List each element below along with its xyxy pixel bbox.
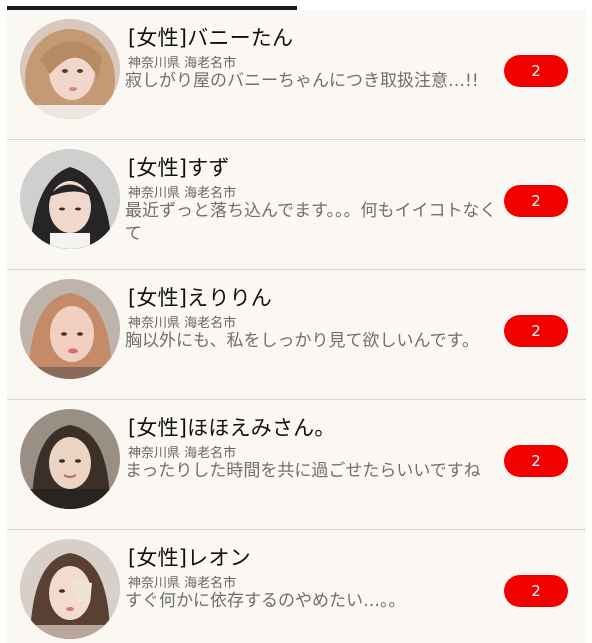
list-item[interactable]: [女性]ほほえみさん。 神奈川県 海老名市 まったりした時間を共に過ごせたらいい… — [7, 400, 586, 530]
message-preview: まったりした時間を共に過ごせたらいいですね — [125, 461, 481, 481]
user-location: 神奈川県 海老名市 — [128, 186, 237, 201]
list-item[interactable]: [女性]えりりん 神奈川県 海老名市 胸以外にも、私をしっかり見て欲しいんです。… — [7, 270, 586, 400]
list-item[interactable]: [女性]レオン 神奈川県 海老名市 すぐ何かに依存するのやめたい…。。 2 — [7, 530, 586, 643]
unread-badge: 2 — [504, 575, 568, 607]
message-preview: 胸以外にも、私をしっかり見て欲しいんです。 — [125, 331, 479, 351]
user-name: [女性]えりりん — [128, 286, 272, 310]
avatar[interactable] — [20, 19, 120, 119]
user-location: 神奈川県 海老名市 — [128, 446, 237, 461]
avatar[interactable] — [20, 539, 120, 639]
message-preview: 寂しがり屋のバニーちゃんにつき取扱注意…!! — [125, 71, 479, 91]
avatar[interactable] — [20, 149, 120, 249]
user-location: 神奈川県 海老名市 — [128, 316, 237, 331]
unread-badge: 2 — [504, 55, 568, 87]
list-item[interactable]: [女性]バニーたん 神奈川県 海老名市 寂しがり屋のバニーちゃんにつき取扱注意…… — [7, 10, 586, 140]
user-name: [女性]バニーたん — [128, 26, 294, 50]
message-preview: すぐ何かに依存するのやめたい…。。 — [125, 591, 406, 611]
message-preview: 最近ずっと落ち込んでます。。。何もイイコトなくて — [125, 201, 497, 244]
screen: [女性]バニーたん 神奈川県 海老名市 寂しがり屋のバニーちゃんにつき取扱注意…… — [0, 0, 592, 643]
unread-badge: 2 — [504, 185, 568, 217]
user-location: 神奈川県 海老名市 — [128, 56, 237, 71]
unread-badge: 2 — [504, 445, 568, 477]
list-item[interactable]: [女性]すず 神奈川県 海老名市 最近ずっと落ち込んでます。。。何もイイコトなく… — [7, 140, 586, 270]
user-name: [女性]ほほえみさん。 — [128, 416, 336, 440]
user-name: [女性]レオン — [128, 546, 251, 570]
user-list: [女性]バニーたん 神奈川県 海老名市 寂しがり屋のバニーちゃんにつき取扱注意…… — [7, 10, 586, 643]
user-location: 神奈川県 海老名市 — [128, 576, 237, 591]
avatar[interactable] — [20, 279, 120, 379]
avatar[interactable] — [20, 409, 120, 509]
unread-badge: 2 — [504, 315, 568, 347]
user-name: [女性]すず — [128, 156, 230, 180]
